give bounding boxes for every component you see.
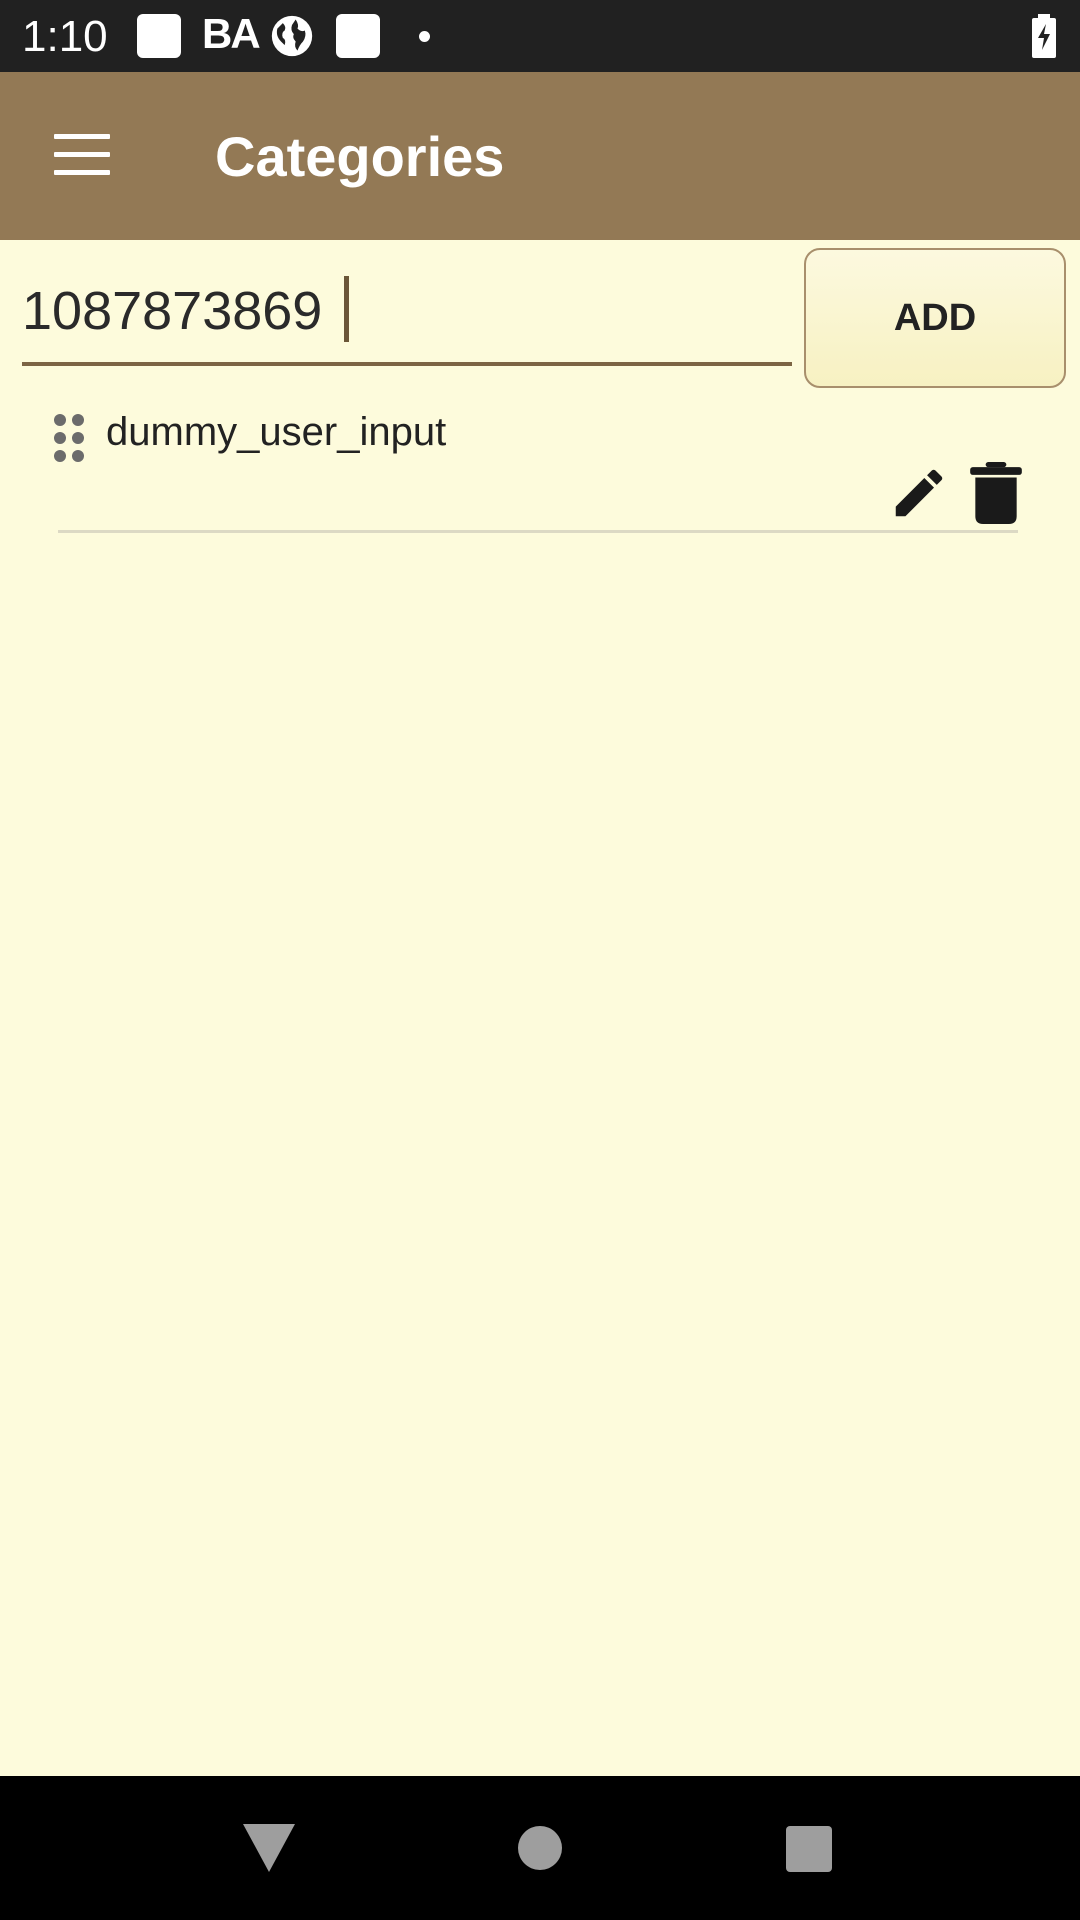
app-bar: Categories: [0, 72, 1080, 240]
home-icon[interactable]: [518, 1826, 562, 1870]
category-input[interactable]: [22, 268, 792, 354]
edit-icon[interactable]: [888, 462, 950, 524]
ba-icon: BA: [202, 10, 261, 57]
back-icon[interactable]: [243, 1824, 295, 1872]
square-notification-icon: [336, 14, 380, 58]
status-bar: 1:10 BA: [0, 0, 1080, 72]
delete-icon[interactable]: [970, 462, 1022, 524]
page-title: Categories: [215, 125, 505, 188]
list-item-label: dummy_user_input: [106, 410, 447, 454]
status-time: 1:10: [22, 12, 108, 61]
text-caret: [344, 276, 349, 342]
recents-icon[interactable]: [786, 1826, 832, 1872]
hamburger-menu-icon[interactable]: [30, 112, 134, 196]
square-notification-icon: [137, 14, 181, 58]
drag-handle-icon[interactable]: [54, 414, 86, 464]
navigation-bar: [0, 1776, 1080, 1920]
category-input-field: [22, 268, 792, 366]
battery-charging-icon: [1032, 14, 1056, 58]
list-item[interactable]: dummy_user_input: [54, 400, 1022, 533]
add-button[interactable]: ADD: [804, 248, 1066, 388]
dot-icon: [419, 31, 430, 42]
globe-icon: [271, 15, 313, 57]
